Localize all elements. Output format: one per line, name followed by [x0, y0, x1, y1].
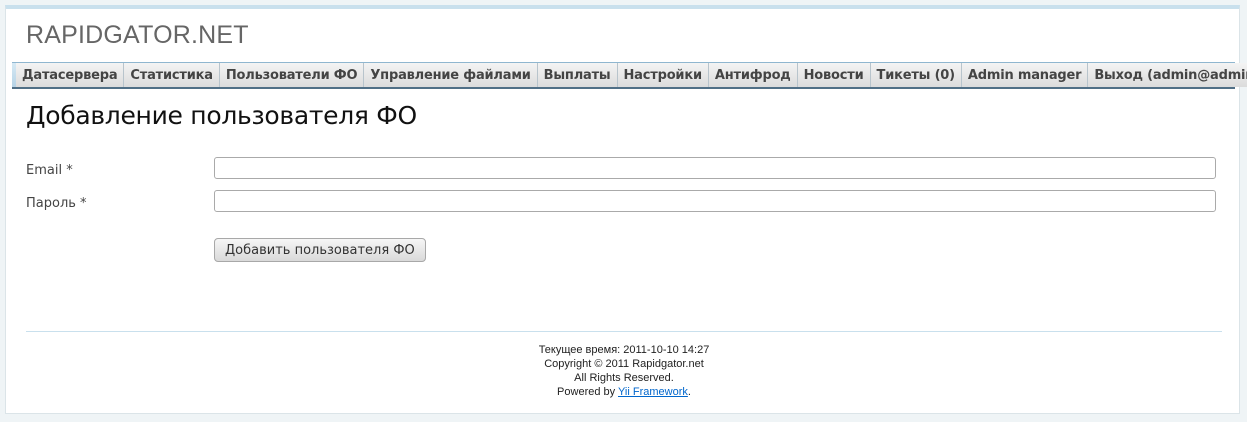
email-label: Email *	[26, 163, 73, 178]
footer: Текущее время: 2011-10-10 14:27 Copyrigh…	[26, 343, 1222, 399]
menu-item-antifraud[interactable]: Антифрод	[708, 63, 798, 87]
site-logo[interactable]: RAPIDGATOR.NET	[26, 21, 249, 50]
menu-item-statistics[interactable]: Статистика	[124, 63, 220, 87]
footer-current-time: Текущее время: 2011-10-10 14:27	[538, 344, 710, 356]
footer-powered-prefix: Powered by	[557, 386, 618, 398]
menu-item-settings[interactable]: Настройки	[617, 63, 709, 87]
footer-powered-suffix: .	[687, 386, 691, 398]
footer-rights: All Rights Reserved.	[574, 372, 674, 384]
page-container: RAPIDGATOR.NET Датасервера Статистика По…	[5, 5, 1247, 414]
menu-item-admin-manager[interactable]: Admin manager	[961, 63, 1089, 87]
menu-item-tickets[interactable]: Тикеты (0)	[870, 63, 962, 87]
password-label: Пароль *	[26, 196, 87, 211]
page-title: Добавление пользователя ФО	[26, 101, 417, 130]
main-menu: Датасервера Статистика Пользователи ФО У…	[12, 62, 1247, 89]
menu-item-dataservers[interactable]: Датасервера	[16, 63, 125, 87]
footer-divider	[26, 331, 1222, 332]
menu-item-fo-users[interactable]: Пользователи ФО	[219, 63, 365, 87]
yii-framework-link[interactable]: Yii Framework	[618, 386, 688, 398]
email-field[interactable]	[214, 157, 1216, 179]
menu-item-payouts[interactable]: Выплаты	[537, 63, 618, 87]
footer-copyright: Copyright © 2011 Rapidgator.net	[544, 358, 704, 370]
password-field[interactable]	[214, 190, 1216, 212]
add-fo-user-button[interactable]: Добавить пользователя ФО	[214, 238, 426, 262]
footer-powered-by: Powered by Yii Framework.	[26, 385, 1222, 399]
menu-item-news[interactable]: Новости	[797, 63, 871, 87]
menu-item-file-management[interactable]: Управление файлами	[364, 63, 538, 87]
menu-item-logout[interactable]: Выход (admin@admin.com)	[1088, 63, 1247, 87]
